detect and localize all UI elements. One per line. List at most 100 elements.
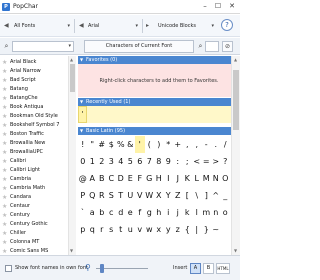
favorite-star-icon[interactable]: ★ xyxy=(2,113,7,120)
char-cell[interactable]: * xyxy=(164,136,174,153)
char-cell[interactable]: @ xyxy=(78,170,88,187)
char-cell[interactable]: W xyxy=(145,187,155,204)
char-cell[interactable]: H xyxy=(154,170,164,187)
favorite-star-icon[interactable]: ★ xyxy=(2,59,7,66)
favorite-star-icon[interactable]: ★ xyxy=(2,185,7,192)
font-search-input[interactable]: ▾ xyxy=(12,41,74,52)
char-cell[interactable]: 3 xyxy=(107,153,117,170)
char-cell[interactable]: & xyxy=(126,136,136,153)
unicode-blocks-dropdown[interactable]: Unicode Blocks ▾ xyxy=(158,20,214,32)
font-list-item[interactable]: ★ Bookman Old Style xyxy=(0,112,75,121)
char-cell[interactable]: Z xyxy=(173,187,183,204)
favorite-star-icon[interactable]: ★ xyxy=(2,86,7,93)
char-cell[interactable]: = xyxy=(202,153,212,170)
char-cell[interactable]: - xyxy=(202,136,212,153)
font-list-item[interactable]: ★ BatangChe xyxy=(0,94,75,103)
char-cell[interactable]: O xyxy=(221,170,231,187)
close-button[interactable]: ✕ xyxy=(225,1,239,12)
font-list-item[interactable]: ★ Book Antiqua xyxy=(0,103,75,112)
char-cell[interactable]: ] xyxy=(202,187,212,204)
favorite-star-icon[interactable]: ★ xyxy=(2,158,7,165)
insert-format-b-button[interactable]: B xyxy=(203,263,214,274)
font-list-item[interactable]: ★ Batang xyxy=(0,85,75,94)
char-cell[interactable]: " xyxy=(88,136,98,153)
font-list-item[interactable]: ★ Calibri xyxy=(0,157,75,166)
favorite-star-icon[interactable]: ★ xyxy=(2,221,7,228)
char-cell[interactable]: 4 xyxy=(116,153,126,170)
char-cell[interactable]: , xyxy=(192,136,202,153)
char-cell[interactable]: g xyxy=(145,204,155,221)
font-list-item[interactable]: ★ Centaur xyxy=(0,202,75,211)
char-cell[interactable]: j xyxy=(173,204,183,221)
help-icon[interactable]: ? xyxy=(221,19,233,31)
char-cell[interactable]: ~ xyxy=(211,221,221,238)
char-cell[interactable]: # xyxy=(97,136,107,153)
favorite-star-icon[interactable]: ★ xyxy=(2,176,7,183)
char-cell[interactable]: J xyxy=(173,170,183,187)
char-cell[interactable]: [ xyxy=(183,187,193,204)
scroll-up-icon[interactable]: ▲ xyxy=(234,57,237,62)
char-cell[interactable]: S xyxy=(107,187,117,204)
font-list-item[interactable]: ★ Century Gothic xyxy=(0,220,75,229)
zoom-slider-thumb[interactable] xyxy=(100,264,104,273)
font-list-item[interactable]: ★ Bookshelf Symbol 7 xyxy=(0,121,75,130)
char-cell[interactable]: 9 xyxy=(164,153,174,170)
char-cell[interactable]: n xyxy=(211,204,221,221)
char-cell[interactable]: d xyxy=(116,204,126,221)
font-list-item[interactable]: ★ Calibri Light xyxy=(0,166,75,175)
favorites-header[interactable]: ▼ Favorites (0) xyxy=(78,56,240,64)
char-cell[interactable]: { xyxy=(183,221,193,238)
char-cell[interactable]: e xyxy=(126,204,136,221)
font-list-item[interactable]: ★ Candara xyxy=(0,193,75,202)
char-cell[interactable]: V xyxy=(135,187,145,204)
minimize-button[interactable]: – xyxy=(199,1,211,12)
maximize-button[interactable]: ☐ xyxy=(212,1,224,12)
favorite-star-icon[interactable]: ★ xyxy=(2,104,7,111)
char-cell[interactable]: F xyxy=(135,170,145,187)
char-cell[interactable]: a xyxy=(88,204,98,221)
char-cell[interactable]: N xyxy=(211,170,221,187)
char-cell[interactable]: + xyxy=(173,136,183,153)
favorite-star-icon[interactable]: ★ xyxy=(2,68,7,75)
char-cell[interactable]: % xyxy=(116,136,126,153)
font-list-item[interactable]: ★ Arial Black xyxy=(0,58,75,67)
char-cell[interactable]: ' xyxy=(135,136,145,153)
char-search-input[interactable] xyxy=(205,41,219,52)
char-cell[interactable]: \ xyxy=(192,187,202,204)
basic-latin-header[interactable]: ▼ Basic Latin (95) xyxy=(78,127,240,135)
char-cell[interactable]: r xyxy=(97,221,107,238)
show-names-checkbox[interactable] xyxy=(5,265,12,272)
char-cell[interactable]: h xyxy=(154,204,164,221)
favorite-star-icon[interactable]: ★ xyxy=(2,212,7,219)
char-cell[interactable]: ) xyxy=(154,136,164,153)
char-cell[interactable]: t xyxy=(116,221,126,238)
favorite-star-icon[interactable]: ★ xyxy=(2,248,7,255)
scroll-down-icon[interactable]: ▼ xyxy=(70,248,73,253)
char-cell[interactable]: ( xyxy=(145,136,155,153)
char-cell[interactable]: ^ xyxy=(211,187,221,204)
char-cell[interactable]: 2 xyxy=(97,153,107,170)
char-cell[interactable]: D xyxy=(116,170,126,187)
char-cell[interactable]: / xyxy=(221,136,231,153)
char-cell[interactable]: T xyxy=(116,187,126,204)
char-cell[interactable]: E xyxy=(126,170,136,187)
char-cell[interactable]: K xyxy=(183,170,193,187)
char-cell[interactable]: y xyxy=(164,221,174,238)
char-cell[interactable]: 7 xyxy=(145,153,155,170)
char-cell[interactable]: w xyxy=(145,221,155,238)
char-cell[interactable]: $ xyxy=(107,136,117,153)
scroll-up-icon[interactable]: ▲ xyxy=(70,57,73,62)
char-cell[interactable]: : xyxy=(173,153,183,170)
characters-of-current-font-button[interactable]: Characters of Current Font xyxy=(84,40,194,53)
char-cell[interactable]: q xyxy=(88,221,98,238)
character-scroll-thumb[interactable] xyxy=(233,70,239,130)
char-cell[interactable]: Y xyxy=(164,187,174,204)
char-cell[interactable]: k xyxy=(183,204,193,221)
char-cell[interactable]: R xyxy=(97,187,107,204)
char-cell[interactable]: v xyxy=(135,221,145,238)
char-cell[interactable]: z xyxy=(173,221,183,238)
font-list-item[interactable]: ★ Cambria xyxy=(0,175,75,184)
char-cell[interactable]: L xyxy=(192,170,202,187)
favorite-star-icon[interactable]: ★ xyxy=(2,230,7,237)
insert-format-a-button[interactable]: A xyxy=(190,263,201,274)
